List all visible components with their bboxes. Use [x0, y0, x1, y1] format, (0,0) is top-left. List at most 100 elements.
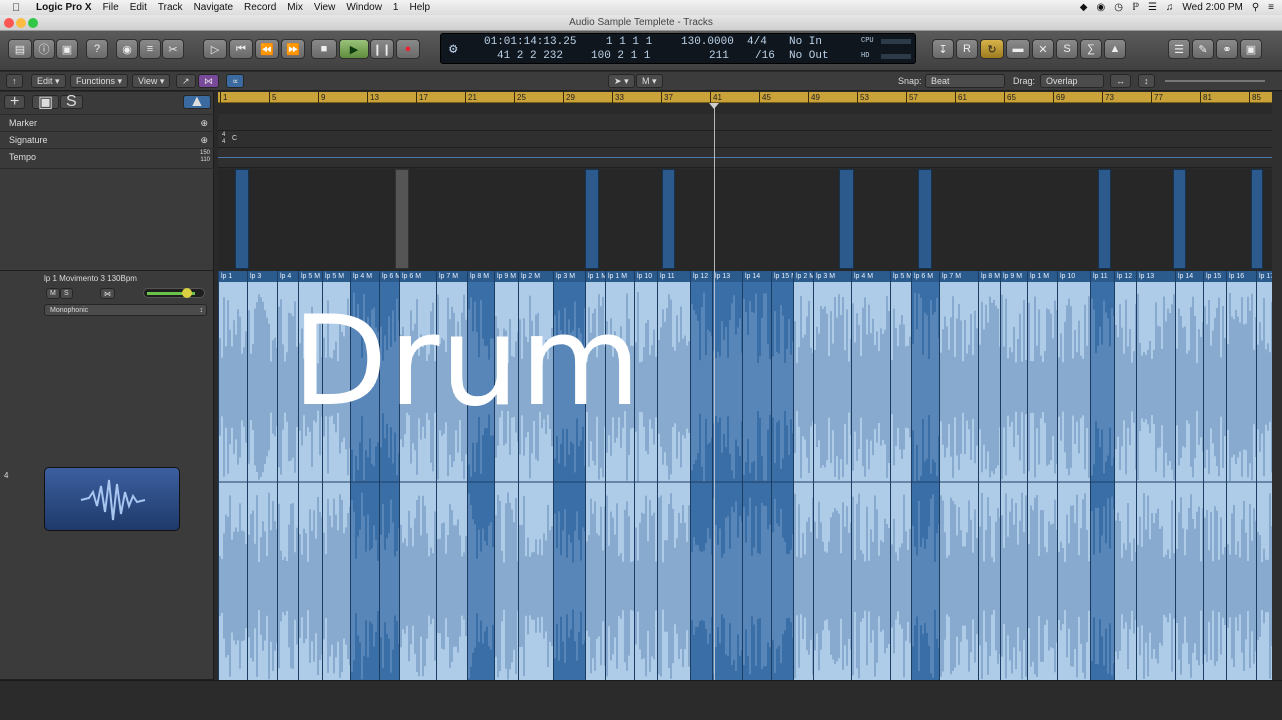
menu-navigate[interactable]: Navigate [194, 2, 233, 13]
audio-region[interactable]: lp 4 M [851, 271, 891, 680]
region[interactable] [235, 169, 249, 269]
audio-region[interactable]: lp 6 M [911, 271, 940, 680]
drag-select[interactable]: Overlap [1040, 74, 1104, 88]
catch-button[interactable]: ↗ [176, 74, 196, 88]
metronome-button[interactable]: ▲ [1104, 39, 1126, 59]
audio-region[interactable]: lp 3 M [813, 271, 852, 680]
audio-region[interactable]: lp 12 [690, 271, 713, 680]
vertical-scrollbar[interactable] [1272, 92, 1282, 720]
menu-mix[interactable]: Mix [287, 2, 303, 13]
menu-view[interactable]: View [314, 2, 336, 13]
audio-region[interactable]: lp 15 [1203, 271, 1227, 680]
audio-region[interactable]: lp 8 M [978, 271, 1001, 680]
audio-region[interactable]: lp 14 [1175, 271, 1204, 680]
signature-row[interactable]: Signature ⊕ [0, 131, 214, 148]
apple-icon[interactable]:  [12, 2, 26, 14]
autopunch-button[interactable]: ▬ [1006, 39, 1030, 59]
region[interactable] [1173, 169, 1186, 269]
menu-track[interactable]: Track [158, 2, 183, 13]
time-machine-icon[interactable]: ◷ [1114, 2, 1123, 13]
audio-region[interactable]: lp 11 [1090, 271, 1115, 680]
play-button[interactable]: ▶ [339, 39, 369, 59]
search-icon[interactable]: ⚲ [1252, 2, 1259, 13]
pause-button[interactable]: ❙❙ [370, 39, 394, 59]
volume-icon[interactable]: ♫ [1166, 2, 1174, 13]
menu-1[interactable]: 1 [393, 2, 399, 13]
track-header-upper[interactable] [0, 169, 214, 271]
vertical-zoom-button[interactable]: ↕ [1138, 74, 1155, 88]
region[interactable] [662, 169, 675, 269]
track-icon[interactable] [44, 467, 180, 531]
tag-icon[interactable]: ◉ [1096, 2, 1105, 13]
audio-region[interactable]: lp 13 [712, 271, 743, 680]
audio-region[interactable]: lp 3 [247, 271, 278, 680]
count-in-button[interactable]: ∑ [1080, 39, 1102, 59]
region[interactable] [1251, 169, 1263, 269]
go-to-beginning-button[interactable]: ⏮ [229, 39, 253, 59]
audio-region[interactable]: lp 11 [657, 271, 691, 680]
menu-edit[interactable]: Edit [130, 2, 147, 13]
audio-region[interactable]: lp 1 [218, 271, 248, 680]
clock[interactable]: Wed 2:00 PM [1182, 2, 1242, 13]
pointer-tool[interactable]: ➤ ▾ [608, 74, 635, 88]
flex-mode-select[interactable]: Monophonic ↕ [44, 304, 207, 316]
volume-slider[interactable] [143, 288, 205, 298]
region[interactable] [839, 169, 854, 269]
toolbar-button[interactable]: ▣ [56, 39, 78, 59]
tuner-button[interactable]: ✕ [1032, 39, 1054, 59]
add-marker-icon[interactable]: ⊕ [200, 115, 208, 132]
audio-region[interactable]: lp 12 [1114, 271, 1137, 680]
region[interactable] [585, 169, 599, 269]
empty-track-area[interactable] [0, 680, 1282, 720]
solo-track-button[interactable]: S [60, 288, 73, 299]
quick-help-button[interactable]: ? [86, 39, 108, 59]
zoom-slider[interactable] [1165, 80, 1265, 82]
waveform-zoom-button[interactable]: ↔ [1110, 74, 1131, 88]
menu-record[interactable]: Record [244, 2, 276, 13]
notepad-button[interactable]: ✎ [1192, 39, 1214, 59]
signature-lane[interactable]: 4 4 C [218, 131, 1272, 148]
audio-region[interactable]: lp 9 M [1000, 271, 1028, 680]
tempo-row[interactable]: Tempo 150 110 [0, 148, 214, 168]
audio-region[interactable]: lp 5 M [890, 271, 912, 680]
dropbox-icon[interactable]: ◆ [1080, 2, 1088, 13]
flex-button[interactable]: ⋈ [198, 74, 219, 88]
track-lane-upper[interactable] [218, 169, 1272, 271]
audio-region[interactable]: lp 10 [1057, 271, 1091, 680]
go-to-start-button[interactable]: ▷ [203, 39, 227, 59]
rewind-button[interactable]: ⏪ [255, 39, 279, 59]
punch-button[interactable]: R [956, 39, 978, 59]
bar-ruler[interactable]: 1 5 9 13 17 21 25 29 33 37 41 45 49 53 57 61 65 69 73 77 81 8… [218, 92, 1272, 103]
audio-region[interactable]: lp 13 [1136, 271, 1176, 680]
mute-button[interactable]: M [46, 288, 60, 299]
audio-region[interactable]: lp 1 M [1027, 271, 1058, 680]
audio-region[interactable]: lp 2 M [793, 271, 814, 680]
region[interactable] [395, 169, 409, 269]
region[interactable] [918, 169, 932, 269]
inspector-button[interactable]: ⓘ [33, 39, 55, 59]
global-tracks-toggle[interactable]: ▲ [183, 93, 211, 110]
menu-app[interactable]: Logic Pro X [36, 2, 92, 13]
region[interactable] [1098, 169, 1111, 269]
folder-button[interactable]: ▣ [32, 94, 60, 111]
playhead[interactable] [714, 103, 715, 720]
smart-controls-button[interactable]: ◉ [116, 39, 138, 59]
volume-knob[interactable] [182, 288, 192, 298]
audio-region[interactable]: lp 17 [1256, 271, 1272, 680]
replace-button[interactable]: ↧ [932, 39, 954, 59]
editors-button[interactable]: ✂ [162, 39, 184, 59]
audio-region[interactable]: lp 7 M [939, 271, 979, 680]
menu-help[interactable]: Help [409, 2, 430, 13]
wifi-icon[interactable]: ☰ [1148, 2, 1157, 13]
functions-menu[interactable]: Functions ▾ [70, 74, 129, 88]
stop-button[interactable]: ■ [311, 39, 337, 59]
mixer-button[interactable]: ≡ [139, 39, 161, 59]
back-button[interactable]: ↑ [6, 74, 23, 88]
audio-region[interactable]: lp 16 [1226, 271, 1257, 680]
command-tool[interactable]: M ▾ [636, 74, 663, 88]
flex-track-button[interactable]: ⋈ [100, 288, 115, 299]
marker-row[interactable]: Marker ⊕ [0, 114, 214, 131]
view-menu[interactable]: View ▾ [132, 74, 171, 88]
record-button[interactable]: ● [396, 39, 420, 59]
global-solo-button[interactable]: S [60, 93, 83, 110]
